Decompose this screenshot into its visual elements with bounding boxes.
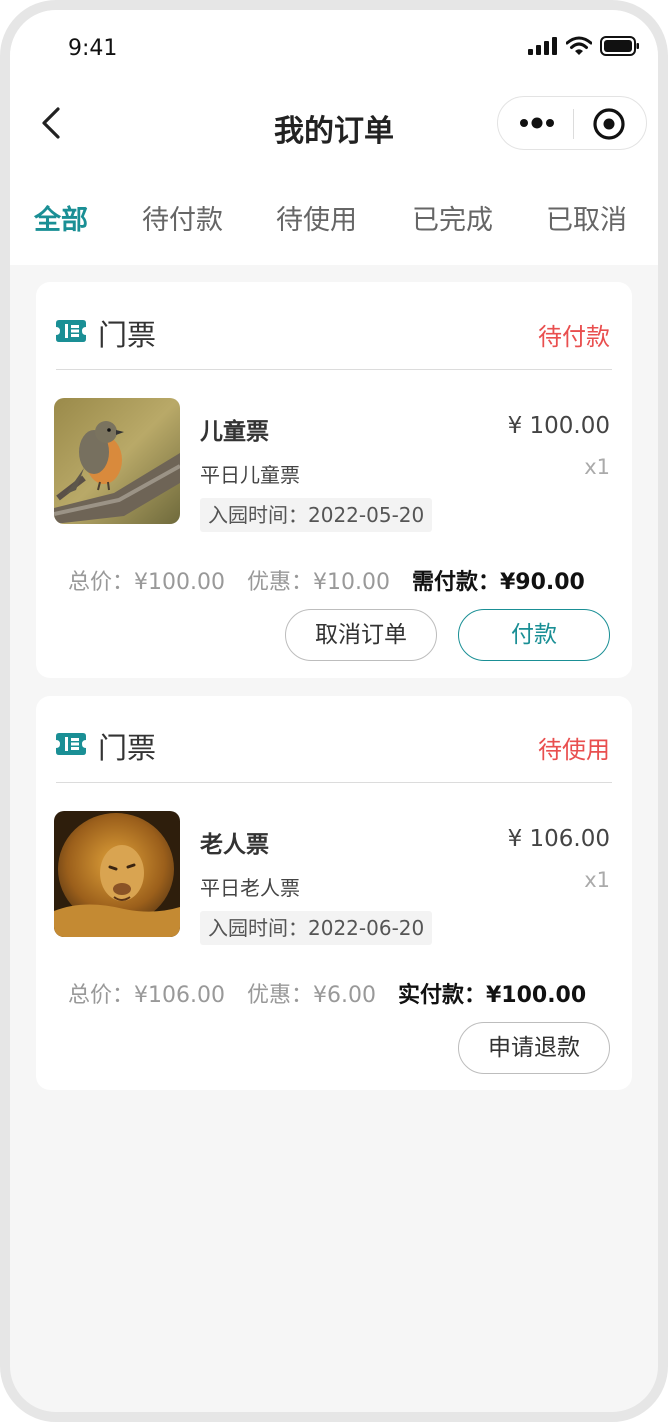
menu-capsule <box>497 96 647 150</box>
wifi-icon <box>566 36 592 55</box>
item-subtitle: 平日老人票 <box>200 876 300 900</box>
status-time: 9:41 <box>68 36 118 61</box>
order-status: 待使用 <box>538 736 610 764</box>
discount: 优惠：¥6.00 <box>246 983 376 1008</box>
status-icons <box>528 36 640 56</box>
order-category: 门票 <box>98 318 157 352</box>
phone-frame: 9:41 我的订单 全部 待付款 待使用 已完成 已取消 门票 待付款 儿童票 … <box>0 0 668 1422</box>
more-dots-icon[interactable] <box>518 109 556 137</box>
payable-amount: 需付款：¥90.00 <box>411 570 585 595</box>
item-quantity: x1 <box>584 455 610 479</box>
order-card[interactable]: 门票 待付款 儿童票 ¥ 100.00 平日儿童票 x1 入园时间：2022-0… <box>36 282 632 678</box>
tab-pending-payment[interactable]: 待付款 <box>142 198 223 237</box>
item-price: ¥ 100.00 <box>507 413 610 439</box>
signal-icon <box>528 37 557 55</box>
close-miniprogram-icon[interactable] <box>592 107 626 141</box>
item-quantity: x1 <box>584 868 610 892</box>
order-card[interactable]: 门票 待使用 老人票 ¥ 106.00 平日老人票 x1 入园时间：2022-0… <box>36 696 632 1090</box>
entry-date-tag: 入园时间：2022-05-20 <box>200 498 433 532</box>
tab-all[interactable]: 全部 <box>34 198 88 237</box>
entry-date-tag: 入园时间：2022-06-20 <box>200 911 433 945</box>
item-subtitle: 平日儿童票 <box>200 463 300 487</box>
total-price: 总价：¥100.00 <box>68 570 225 595</box>
capsule-divider <box>573 109 574 139</box>
card-divider <box>56 782 612 783</box>
lion-thumbnail <box>54 811 180 937</box>
tab-cancelled[interactable]: 已取消 <box>546 198 627 237</box>
bird-thumbnail <box>54 398 180 524</box>
header-area: 9:41 我的订单 全部 待付款 待使用 已完成 已取消 <box>10 10 658 265</box>
pay-button[interactable]: 付款 <box>458 609 610 661</box>
tab-pending-use[interactable]: 待使用 <box>276 198 357 237</box>
total-price: 总价：¥106.00 <box>68 983 225 1008</box>
order-status: 待付款 <box>538 323 610 351</box>
order-category: 门票 <box>98 731 157 765</box>
paid-amount: 实付款：¥100.00 <box>397 983 587 1008</box>
item-price: ¥ 106.00 <box>507 826 610 852</box>
battery-icon <box>600 36 639 56</box>
ticket-icon <box>56 320 86 342</box>
ticket-icon <box>56 733 86 755</box>
discount: 优惠：¥10.00 <box>246 570 390 595</box>
tab-completed[interactable]: 已完成 <box>412 198 493 237</box>
order-summary: 总价：¥100.00 优惠：¥10.00 需付款：¥90.00 <box>68 564 585 596</box>
item-name: 儿童票 <box>200 419 269 445</box>
request-refund-button[interactable]: 申请退款 <box>458 1022 610 1074</box>
cancel-order-button[interactable]: 取消订单 <box>285 609 437 661</box>
card-divider <box>56 369 612 370</box>
item-name: 老人票 <box>200 832 269 858</box>
order-summary: 总价：¥106.00 优惠：¥6.00 实付款：¥100.00 <box>68 977 586 1009</box>
